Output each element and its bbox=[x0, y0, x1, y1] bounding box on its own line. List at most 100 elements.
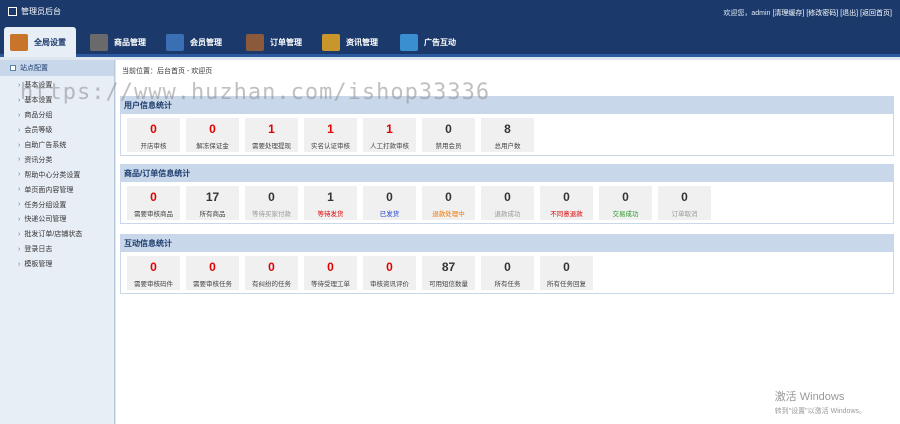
stat-label: 可用短信数量 bbox=[429, 281, 468, 288]
collapse-icon bbox=[10, 65, 16, 71]
nav-tab-label: 全局设置 bbox=[34, 37, 66, 47]
nav-tab-ads[interactable]: 广告互动 bbox=[394, 27, 466, 57]
sidebar-item-label: 登录日志 bbox=[24, 246, 53, 254]
stat-tile[interactable]: 1 等待发货 bbox=[304, 186, 357, 220]
stat-tile[interactable]: 0 订单取消 bbox=[658, 186, 711, 220]
stat-tile[interactable]: 0 解冻保证金 bbox=[186, 118, 239, 152]
stat-tile[interactable]: 0 不同意退款 bbox=[540, 186, 593, 220]
section-body: 0 需要审核商品 17 所有商品 0 等待买家付款 1 等待发货 0 已发货 0 退款处理中 0 退款成功… bbox=[120, 182, 894, 224]
stat-value: 0 bbox=[268, 190, 275, 204]
stat-tile[interactable]: 0 等待买家付款 bbox=[245, 186, 298, 220]
stat-value: 1 bbox=[327, 190, 334, 204]
stat-value: 0 bbox=[327, 260, 334, 274]
section-body: 0 需要审核码件 0 需要审核任务 0 有纠纷的任务 0 等待受理工单 0 审核资讯评价 87 可用短… bbox=[120, 252, 894, 294]
top-links: 欢迎您，admin [清理缓存] [修改密码] [退出] [返回首页] bbox=[723, 8, 892, 18]
stat-tile[interactable]: 87 可用短信数量 bbox=[422, 256, 475, 290]
sidebar-item[interactable]: › 资讯分类 bbox=[18, 152, 114, 167]
sidebar-item[interactable]: › 批发订单/店铺状态 bbox=[18, 227, 114, 242]
section-title: 互动信息统计 bbox=[120, 234, 894, 252]
sidebar-item[interactable]: › 模板管理 bbox=[18, 257, 114, 272]
sidebar-item[interactable]: › 单页面内容管理 bbox=[18, 182, 114, 197]
stat-label: 等待发货 bbox=[317, 211, 344, 218]
stat-value: 1 bbox=[327, 122, 334, 136]
chevron-right-icon: › bbox=[18, 81, 21, 89]
sidebar: 站点配置 › 基本设置 › 基本设置 › 商品分组 › 会员等级 › 自助广告系统 › 资讯… bbox=[0, 60, 115, 424]
sidebar-item[interactable]: › 快递公司管理 bbox=[18, 212, 114, 227]
stat-tile[interactable]: 0 等待受理工单 bbox=[304, 256, 357, 290]
nav-tab-news[interactable]: 资讯管理 bbox=[316, 27, 388, 57]
stat-label: 已发货 bbox=[379, 211, 400, 218]
sidebar-item[interactable]: › 基本设置 bbox=[18, 78, 114, 93]
stat-tile[interactable]: 0 需要审核任务 bbox=[186, 256, 239, 290]
stat-label: 所有任务 bbox=[494, 281, 521, 288]
stat-value: 87 bbox=[441, 260, 456, 274]
chevron-right-icon: › bbox=[18, 96, 21, 104]
stat-tile[interactable]: 0 需要审核商品 bbox=[127, 186, 180, 220]
nav-tab-members[interactable]: 会员管理 bbox=[160, 27, 232, 57]
stat-tile[interactable]: 1 实名认证审核 bbox=[304, 118, 357, 152]
stat-tile[interactable]: 8 总用户数 bbox=[481, 118, 534, 152]
stat-tile[interactable]: 1 需要处理提现 bbox=[245, 118, 298, 152]
stat-label: 解冻保证金 bbox=[196, 143, 229, 150]
stat-tile[interactable]: 0 开店审核 bbox=[127, 118, 180, 152]
stat-tile[interactable]: 0 有纠纷的任务 bbox=[245, 256, 298, 290]
chevron-right-icon: › bbox=[18, 126, 21, 134]
sidebar-head-label: 站点配置 bbox=[20, 65, 48, 72]
stat-label: 订单取消 bbox=[671, 211, 698, 218]
stat-tile[interactable]: 0 所有任务回复 bbox=[540, 256, 593, 290]
sidebar-item-label: 单页面内容管理 bbox=[24, 186, 74, 194]
interaction-stats-section: 互动信息统计 0 需要审核码件 0 需要审核任务 0 有纠纷的任务 0 等待受理工单 0 审核资讯… bbox=[120, 234, 894, 294]
nav-tab-orders[interactable]: 订单管理 bbox=[240, 27, 312, 57]
nav-tab-global-settings[interactable]: 全局设置 bbox=[4, 27, 76, 57]
stat-tile[interactable]: 0 所有任务 bbox=[481, 256, 534, 290]
sidebar-item-label: 会员等级 bbox=[24, 127, 53, 135]
stat-tile[interactable]: 0 退款成功 bbox=[481, 186, 534, 220]
welcome-text: 欢迎您，admin bbox=[723, 10, 771, 17]
stat-value: 0 bbox=[150, 122, 157, 136]
logout-link[interactable]: [退出] bbox=[840, 8, 858, 18]
sidebar-item[interactable]: › 会员等级 bbox=[18, 123, 114, 138]
stat-value: 0 bbox=[563, 260, 570, 274]
stat-tile[interactable]: 0 审核资讯评价 bbox=[363, 256, 416, 290]
stat-tile[interactable]: 0 交易成功 bbox=[599, 186, 652, 220]
sidebar-item[interactable]: › 商品分组 bbox=[18, 108, 114, 123]
settings-icon bbox=[10, 33, 28, 51]
stat-tile[interactable]: 0 已发货 bbox=[363, 186, 416, 220]
stat-tile[interactable]: 0 需要审核码件 bbox=[127, 256, 180, 290]
stat-value: 1 bbox=[268, 122, 275, 136]
chevron-right-icon: › bbox=[18, 230, 21, 238]
sidebar-head[interactable]: 站点配置 bbox=[0, 60, 114, 76]
activation-title: 激活 Windows bbox=[774, 391, 845, 403]
home-link[interactable]: [返回首页] bbox=[860, 8, 892, 18]
sidebar-item[interactable]: › 自助广告系统 bbox=[18, 138, 114, 153]
sidebar-item-label: 基本设置 bbox=[24, 97, 53, 105]
clear-cache-link[interactable]: [清理缓存] bbox=[772, 8, 804, 18]
chevron-right-icon: › bbox=[18, 111, 21, 119]
stat-tile[interactable]: 0 禁用会员 bbox=[422, 118, 475, 152]
sidebar-item[interactable]: › 帮助中心分类设置 bbox=[18, 167, 114, 182]
section-title: 商品/订单信息统计 bbox=[120, 164, 894, 182]
chevron-right-icon: › bbox=[18, 141, 21, 149]
change-password-link[interactable]: [修改密码] bbox=[806, 8, 838, 18]
sidebar-item[interactable]: › 任务分组设置 bbox=[18, 197, 114, 212]
stat-value: 0 bbox=[268, 260, 275, 274]
product-icon bbox=[90, 33, 108, 51]
stat-value: 0 bbox=[445, 190, 452, 204]
main-content: 当前位置：后台首页 - 欢迎页 用户信息统计 0 开店审核 0 解冻保证金 1 需要处理提… bbox=[116, 60, 900, 424]
nav-tab-products[interactable]: 商品管理 bbox=[84, 27, 154, 57]
sidebar-item-label: 快递公司管理 bbox=[24, 216, 67, 224]
stat-value: 1 bbox=[386, 122, 393, 136]
stat-tile[interactable]: 17 所有商品 bbox=[186, 186, 239, 220]
sidebar-item[interactable]: › 登录日志 bbox=[18, 242, 114, 257]
stat-tile[interactable]: 0 退款处理中 bbox=[422, 186, 475, 220]
stat-label: 等待买家付款 bbox=[252, 211, 291, 218]
sidebar-item-label: 任务分组设置 bbox=[24, 201, 67, 209]
stat-tile[interactable]: 1 人工打款审核 bbox=[363, 118, 416, 152]
stat-value: 0 bbox=[150, 260, 157, 274]
sidebar-item-label: 帮助中心分类设置 bbox=[24, 171, 81, 179]
section-body: 0 开店审核 0 解冻保证金 1 需要处理提现 1 实名认证审核 1 人工打款审核 0 禁用会员 8 总用… bbox=[120, 114, 894, 156]
sidebar-item-label: 基本设置 bbox=[24, 82, 53, 90]
sidebar-item[interactable]: › 基本设置 bbox=[18, 93, 114, 108]
chevron-right-icon: › bbox=[18, 171, 21, 179]
stat-label: 所有商品 bbox=[199, 211, 226, 218]
